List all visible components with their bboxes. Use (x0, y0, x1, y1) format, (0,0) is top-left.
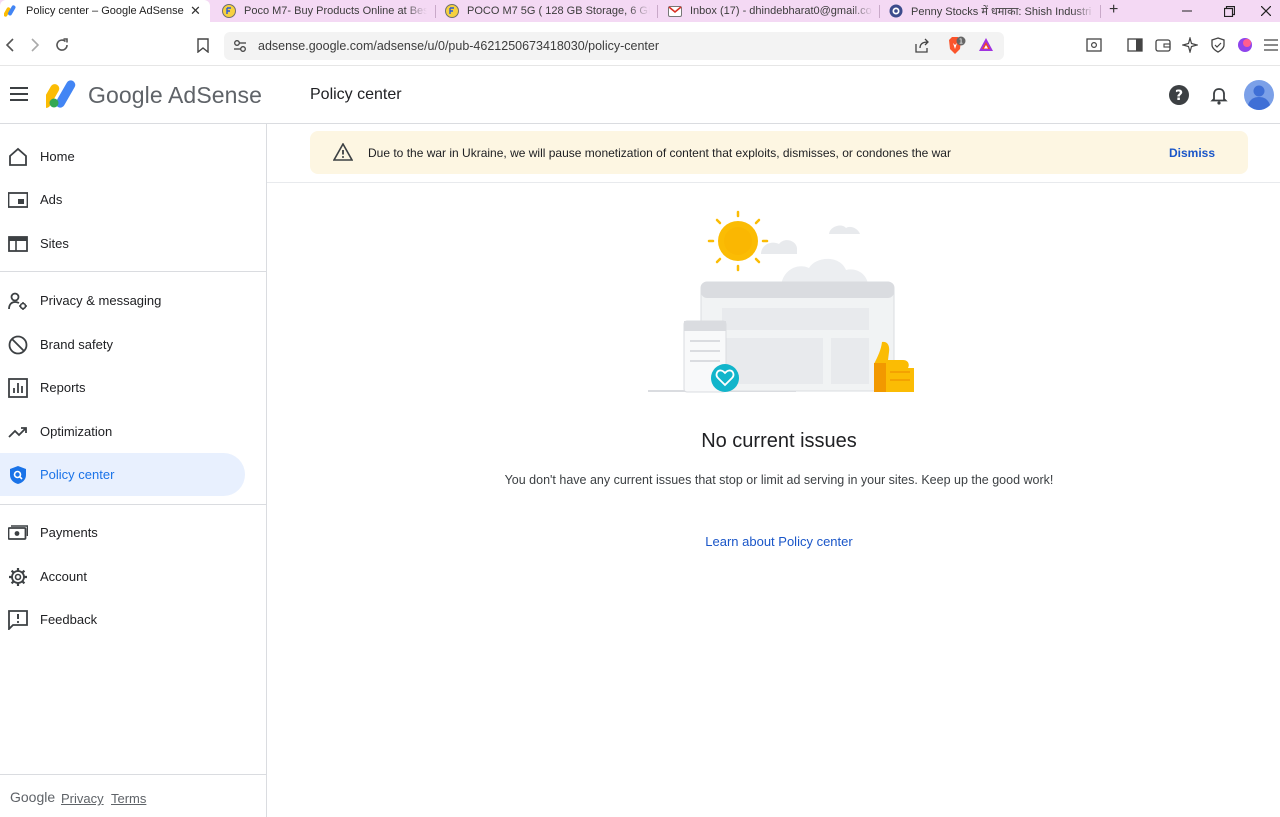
google-footer-text: Google (10, 789, 56, 805)
brave-rewards-icon[interactable] (978, 37, 994, 53)
wallet-icon[interactable] (1154, 37, 1172, 53)
content-divider (267, 182, 1280, 183)
tab-poco-m7[interactable]: Poco M7- Buy Products Online at Bes (222, 0, 427, 22)
menu-icon[interactable] (1262, 37, 1280, 53)
profile-icon[interactable] (1236, 37, 1254, 53)
restore-button[interactable] (1209, 0, 1249, 22)
bookmark-icon[interactable] (194, 37, 212, 53)
sidebar-item-home[interactable]: Home (0, 135, 245, 178)
help-icon[interactable]: ? (1169, 85, 1189, 105)
learn-link-text[interactable]: Learn about Policy center (705, 534, 852, 549)
sidebar-footer: Google Privacy Terms (0, 774, 266, 817)
sidebar-divider (0, 271, 266, 272)
tab-poco-m7-5g[interactable]: POCO M7 5G ( 128 GB Storage, 6 GB (445, 0, 650, 22)
svg-text:?: ? (1175, 88, 1183, 104)
app-header: Google AdSense Policy center ? (0, 66, 1280, 124)
svg-text:1: 1 (959, 38, 963, 46)
privacy-link[interactable]: Privacy (61, 791, 104, 806)
warning-icon (333, 143, 353, 161)
back-button[interactable] (1, 37, 19, 53)
minimize-button[interactable] (1167, 0, 1207, 22)
sidebar-item-payments[interactable]: Payments (0, 511, 245, 554)
sidebar-nav: Home Ads Sites Privacy & messaging Brand… (0, 124, 267, 817)
tab-adsense[interactable]: Policy center – Google AdSense (0, 0, 210, 22)
sun-icon (707, 210, 769, 272)
vpn-shield-icon[interactable] (1209, 37, 1227, 53)
notifications-bell-icon[interactable] (1209, 85, 1229, 105)
sites-icon (8, 234, 28, 254)
empty-state-title: No current issues (701, 430, 857, 452)
gmail-favicon (668, 4, 682, 18)
sidebar-toggle-icon[interactable] (1126, 37, 1144, 53)
brave-shield-icon[interactable]: 1 (946, 36, 966, 56)
account-avatar[interactable] (1244, 80, 1274, 110)
sidebar-divider (0, 504, 266, 505)
dismiss-button[interactable]: Dismiss (1169, 146, 1215, 160)
hamburger-menu-icon[interactable] (10, 87, 28, 101)
empty-state-description: You don't have any current issues that s… (504, 473, 1054, 487)
sidebar-item-feedback[interactable]: Feedback (0, 598, 245, 641)
gear-icon (8, 567, 28, 587)
tab-gmail-inbox[interactable]: Inbox (17) - dhindebharat0@gmail.co (668, 0, 873, 22)
tab-separator (1100, 5, 1101, 18)
payments-icon (8, 523, 28, 543)
banner-message: Due to the war in Ukraine, we will pause… (368, 146, 951, 160)
block-icon (8, 335, 28, 355)
browser-toolbar: adsense.google.com/adsense/u/0/pub-46212… (0, 22, 1280, 66)
sidebar-item-account[interactable]: Account (0, 555, 245, 598)
adsense-logo-text: Google AdSense (88, 82, 263, 108)
site-favicon (889, 4, 903, 18)
sidebar-item-policy-center[interactable]: Policy center (0, 453, 245, 496)
sidebar-item-optimization[interactable]: Optimization (0, 410, 245, 453)
tab-separator (435, 5, 436, 18)
reader-mode-icon[interactable] (1085, 37, 1103, 53)
adsense-logo-icon[interactable] (46, 79, 80, 109)
reports-icon (8, 378, 28, 398)
heart-badge-icon (711, 364, 739, 392)
close-window-button[interactable] (1252, 0, 1280, 22)
sidebar-item-ads[interactable]: Ads (0, 178, 245, 221)
sidebar-item-sites[interactable]: Sites (0, 222, 245, 265)
new-tab-button[interactable]: + (1109, 1, 1118, 19)
sidebar-item-brand-safety[interactable]: Brand safety (0, 323, 245, 366)
browser-tab-strip: Policy center – Google AdSense ✕ Poco M7… (0, 0, 1280, 22)
ads-icon (8, 190, 28, 210)
url-text[interactable]: adsense.google.com/adsense/u/0/pub-46212… (258, 39, 659, 53)
sidebar-item-reports[interactable]: Reports (0, 366, 245, 409)
close-tab-icon[interactable]: ✕ (190, 3, 201, 19)
terms-link[interactable]: Terms (111, 791, 146, 806)
tab-separator (879, 5, 880, 18)
forward-button[interactable] (26, 37, 44, 53)
no-issues-illustration (646, 210, 918, 396)
learn-about-policy-center-link: Learn about Policy center (267, 534, 1280, 549)
address-bar[interactable]: adsense.google.com/adsense/u/0/pub-46212… (224, 32, 1004, 60)
leo-ai-icon[interactable] (1181, 37, 1199, 53)
adsense-favicon (4, 4, 18, 18)
flipkart-favicon (222, 4, 236, 18)
home-icon (8, 147, 28, 167)
tab-penny-stocks[interactable]: Penny Stocks में धमाका: Shish Industri (889, 0, 1095, 22)
sidebar-item-privacy-messaging[interactable]: Privacy & messaging (0, 279, 245, 322)
share-icon[interactable] (914, 38, 930, 54)
trending-icon (8, 422, 28, 442)
feedback-icon (8, 610, 28, 630)
page-title: Policy center (310, 86, 402, 103)
ukraine-notice-banner: Due to the war in Ukraine, we will pause… (310, 131, 1248, 174)
tab-separator (657, 5, 658, 18)
privacy-icon (8, 291, 28, 311)
site-info-icon[interactable] (232, 38, 248, 54)
policy-icon (8, 465, 28, 485)
flipkart-favicon (445, 4, 459, 18)
reload-button[interactable] (53, 37, 71, 53)
